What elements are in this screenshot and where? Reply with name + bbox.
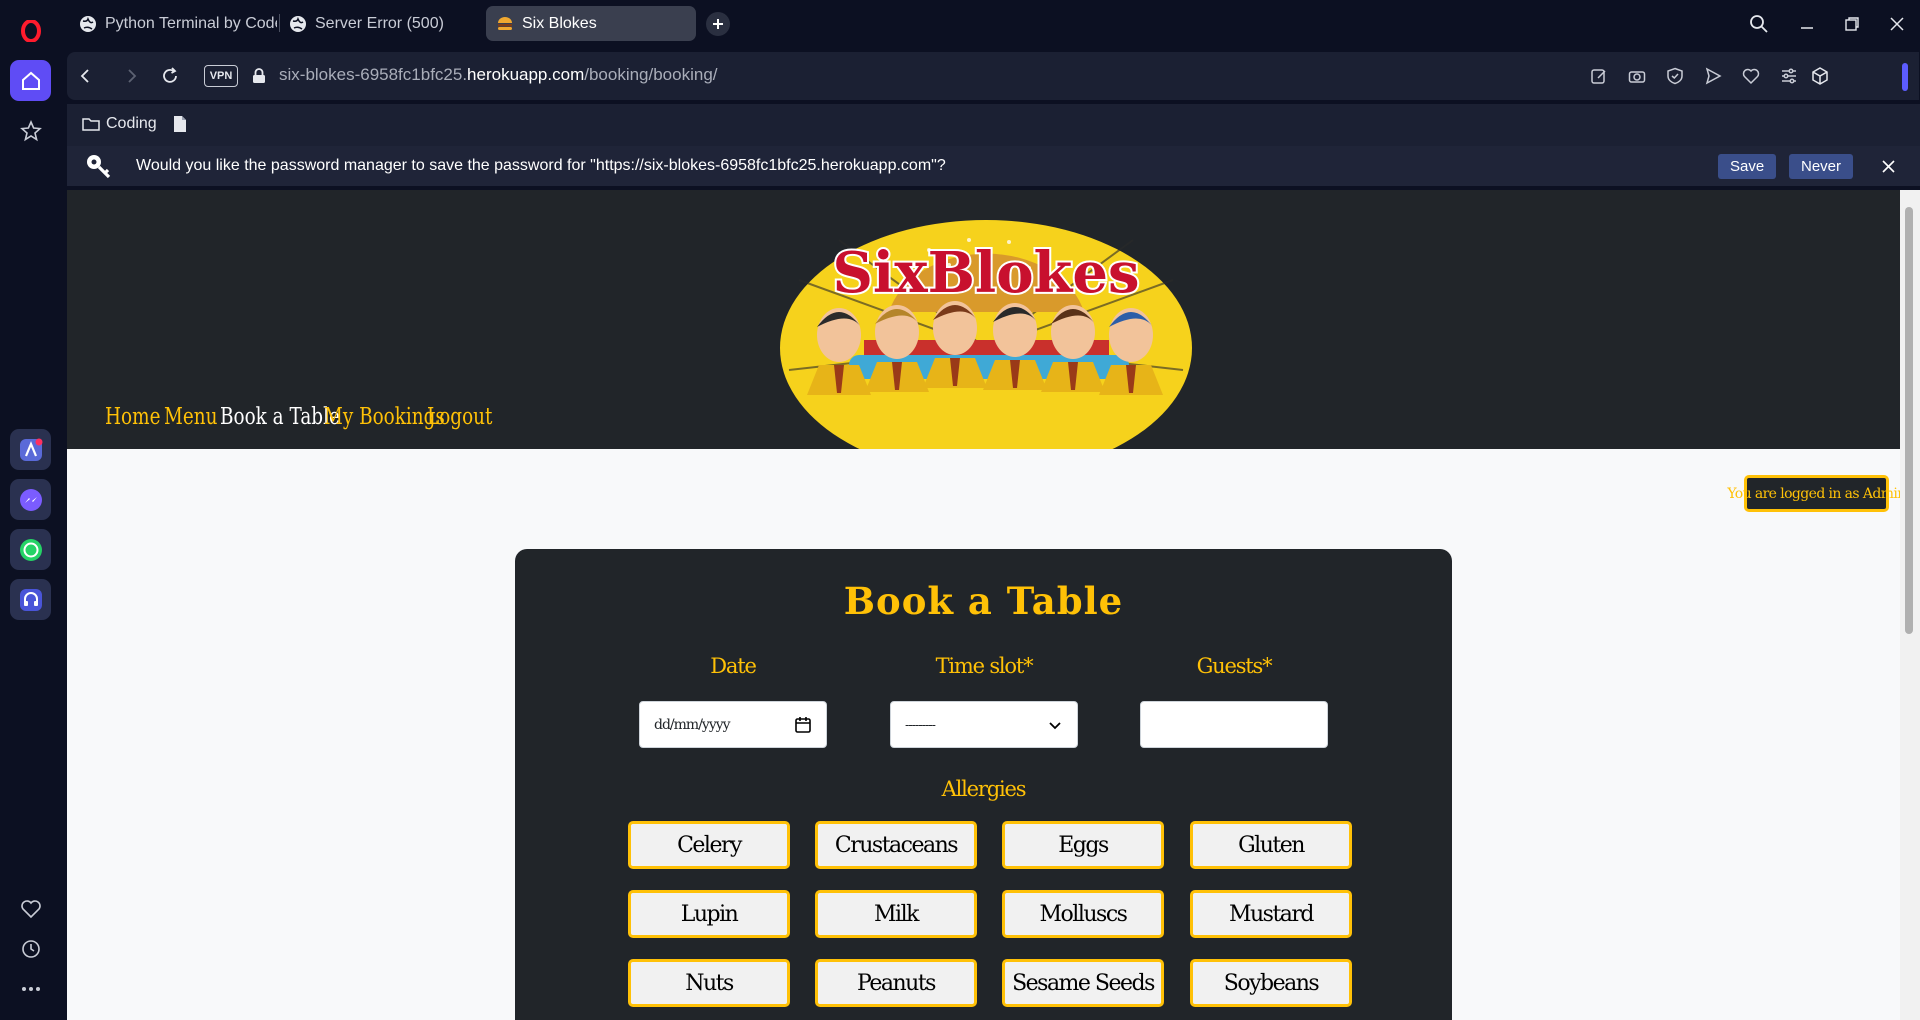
tab-label: Six Blokes — [522, 14, 597, 32]
allergy-soybeans-toggle[interactable]: Soybeans — [1190, 959, 1352, 1007]
allergy-eggs-toggle[interactable]: Eggs — [1002, 821, 1164, 869]
allergy-milk-toggle[interactable]: Milk — [815, 890, 977, 938]
booking-form-card: Book a Table Date Time slot* Guests* dd/… — [515, 549, 1452, 1020]
chevron-down-icon — [1049, 721, 1061, 729]
tab-server-error[interactable]: Server Error (500) — [279, 6, 489, 41]
timeslot-select[interactable]: --------- — [890, 701, 1078, 748]
back-icon[interactable] — [74, 64, 98, 88]
password-save-prompt: Would you like the password manager to s… — [67, 146, 1920, 186]
bookmark-label: Coding — [106, 115, 157, 132]
music-player-icon[interactable] — [10, 579, 51, 620]
address-bar: VPN six-blokes-6958fc1bfc25.herokuapp.co… — [67, 52, 1919, 100]
scrollbar-thumb[interactable] — [1905, 207, 1913, 634]
key-icon — [87, 155, 111, 179]
booking-title: Book a Table — [843, 579, 1124, 623]
burger-favicon-icon — [498, 16, 512, 30]
minimize-icon[interactable] — [1795, 12, 1819, 36]
send-icon[interactable] — [1701, 64, 1725, 88]
allergies-label: Allergies — [941, 777, 1027, 801]
tab-label: Python Terminal by Code — [105, 14, 277, 32]
bookmark-folder-coding[interactable]: Coding — [82, 115, 157, 133]
camera-icon[interactable] — [1625, 64, 1649, 88]
bookmark-page[interactable] — [173, 115, 187, 133]
snapshot-edit-icon[interactable] — [1587, 64, 1611, 88]
adblock-shield-icon[interactable] — [1663, 64, 1687, 88]
close-icon[interactable] — [1882, 160, 1895, 173]
aria-ai-icon[interactable] — [10, 429, 51, 470]
six-blokes-logo[interactable]: SixBlokes — [779, 220, 1193, 449]
allergy-lupin-toggle[interactable]: Lupin — [628, 890, 790, 938]
allergy-molluscs-toggle[interactable]: Molluscs — [1002, 890, 1164, 938]
reload-icon[interactable] — [158, 64, 182, 88]
bookmark-heart-icon[interactable] — [1739, 64, 1763, 88]
timeslot-value: --------- — [905, 717, 936, 732]
tab-search-icon[interactable] — [1747, 12, 1771, 36]
allergy-sesame-seeds-toggle[interactable]: Sesame Seeds — [1002, 959, 1164, 1007]
nav-menu[interactable]: Menu — [164, 404, 217, 430]
close-window-icon[interactable] — [1885, 12, 1909, 36]
url-text[interactable]: six-blokes-6958fc1bfc25.herokuapp.com/bo… — [279, 65, 718, 85]
allergy-peanuts-toggle[interactable]: Peanuts — [815, 959, 977, 1007]
opera-logo-icon[interactable] — [10, 10, 51, 51]
more-dots-icon[interactable] — [10, 968, 51, 1009]
allergy-crustaceans-toggle[interactable]: Crustaceans — [815, 821, 977, 869]
tab-python-terminal[interactable]: Python Terminal by Code — [69, 6, 277, 41]
extensions-button[interactable] — [1797, 52, 1843, 100]
forward-icon[interactable] — [119, 64, 143, 88]
new-tab-button[interactable] — [706, 12, 730, 36]
calendar-icon[interactable] — [794, 716, 812, 734]
plus-icon — [713, 19, 723, 29]
web-page: SixBlokes Home Menu Book a Table My Book… — [67, 190, 1900, 1020]
password-prompt-message: Would you like the password manager to s… — [136, 157, 946, 174]
url-host: herokuapp.com — [467, 65, 585, 84]
site-header: SixBlokes Home Menu Book a Table My Book… — [67, 190, 1900, 449]
sidebar-accent-indicator — [1902, 63, 1908, 91]
allergy-gluten-toggle[interactable]: Gluten — [1190, 821, 1352, 869]
lock-icon[interactable] — [247, 64, 271, 88]
save-password-button[interactable]: Save — [1718, 154, 1777, 179]
timeslot-label: Time slot* — [935, 654, 1034, 678]
logo-wordmark: SixBlokes — [832, 240, 1139, 306]
restore-icon[interactable] — [1840, 12, 1864, 36]
guests-label: Guests* — [1196, 654, 1273, 678]
messenger-icon[interactable] — [10, 479, 51, 520]
date-placeholder: dd/mm/yyyy — [654, 716, 731, 733]
whatsapp-icon[interactable] — [10, 529, 51, 570]
date-input[interactable]: dd/mm/yyyy — [639, 701, 827, 748]
nav-home[interactable]: Home — [105, 404, 160, 430]
speed-dial-star-icon[interactable] — [10, 110, 51, 151]
tab-six-blokes[interactable]: Six Blokes — [486, 6, 696, 41]
globe-icon — [290, 15, 306, 32]
home-icon[interactable] — [10, 60, 51, 101]
document-icon — [174, 116, 186, 132]
nav-book-a-table[interactable]: Book a Table — [220, 404, 340, 430]
vpn-badge[interactable]: VPN — [204, 65, 238, 87]
folder-icon — [82, 118, 100, 131]
history-clock-icon[interactable] — [10, 928, 51, 969]
tab-strip: Python Terminal by Code Server Error (50… — [61, 0, 1920, 48]
nav-logout[interactable]: Logout — [427, 404, 492, 430]
allergy-mustard-toggle[interactable]: Mustard — [1190, 890, 1352, 938]
allergy-nuts-toggle[interactable]: Nuts — [628, 959, 790, 1007]
allergy-celery-toggle[interactable]: Celery — [628, 821, 790, 869]
bookmarks-bar: Coding — [67, 104, 1920, 146]
tab-label: Server Error (500) — [315, 14, 444, 32]
login-status-badge: You are logged in as Admin — [1727, 475, 1900, 512]
favorites-heart-icon[interactable] — [10, 888, 51, 929]
browser-sidebar — [0, 0, 61, 1020]
guests-input[interactable] — [1140, 701, 1328, 748]
globe-icon — [80, 15, 96, 32]
url-prefix: six-blokes-6958fc1bfc25. — [279, 65, 468, 84]
date-label: Date — [710, 654, 757, 678]
never-save-button[interactable]: Never — [1789, 154, 1854, 179]
url-path: /booking/booking/ — [584, 65, 718, 84]
cube-icon — [1812, 67, 1828, 85]
